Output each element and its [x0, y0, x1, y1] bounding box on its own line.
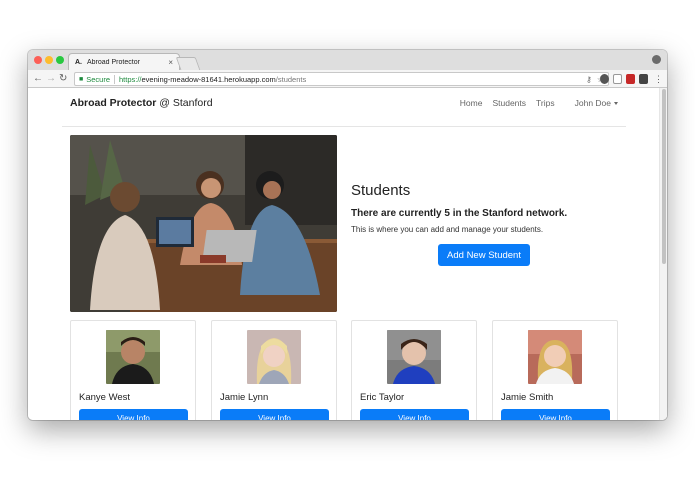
view-info-button[interactable]: View Info [360, 409, 469, 420]
student-card: Eric Taylor View Info [351, 320, 477, 420]
student-photo [387, 330, 441, 384]
nav-link-trips[interactable]: Trips [536, 98, 555, 108]
page-heading: Students [351, 182, 411, 199]
view-info-button[interactable]: View Info [220, 409, 329, 420]
student-card: Jamie Smith View Info [492, 320, 618, 420]
student-card: Kanye West View Info [70, 320, 196, 420]
student-photo [247, 330, 301, 384]
brand-name: Abroad Protector [70, 97, 157, 109]
user-menu[interactable]: John Doe [565, 98, 618, 108]
view-info-button[interactable]: View Info [501, 409, 610, 420]
nav-link-home[interactable]: Home [460, 98, 483, 108]
zoom-window-button[interactable] [56, 56, 64, 64]
extension-icon-2[interactable] [613, 74, 622, 84]
tab-title: Abroad Protector [87, 58, 140, 66]
extension-icon-1[interactable] [600, 74, 609, 84]
minimize-window-button[interactable] [45, 56, 53, 64]
tab-favicon: A. [75, 58, 82, 66]
secure-label: Secure [86, 74, 110, 84]
student-count-text: There are currently 5 in the Stanford ne… [351, 208, 568, 219]
browser-toolbar: ← → ↻ ■ Secure https:// evening-meadow-8… [28, 70, 667, 88]
student-photo [528, 330, 582, 384]
more-menu-icon[interactable]: ⋮ [654, 72, 663, 86]
page-scrollbar[interactable] [659, 88, 667, 420]
student-name: Eric Taylor [360, 392, 405, 403]
profile-icon[interactable] [652, 55, 661, 64]
extension-icon-4[interactable] [639, 74, 648, 84]
key-icon[interactable]: ⚷ [586, 75, 592, 84]
address-bar[interactable]: ■ Secure https:// evening-meadow-81641.h… [74, 72, 609, 86]
address-separator [114, 74, 115, 84]
nav-links: Home Students Trips John Doe [450, 98, 618, 108]
brand[interactable]: Abroad Protector @ Stanford [70, 97, 213, 109]
tab-bar: A. Abroad Protector × [28, 50, 667, 70]
reload-icon[interactable]: ↻ [59, 72, 67, 86]
hero-description: This is where you can add and manage you… [351, 225, 544, 234]
forward-icon[interactable]: → [46, 72, 56, 86]
nav-link-students[interactable]: Students [492, 98, 526, 108]
hero-photo-illustration [70, 135, 337, 312]
back-icon[interactable]: ← [33, 72, 43, 86]
student-name: Jamie Lynn [220, 392, 269, 403]
student-photo [106, 330, 160, 384]
view-info-button[interactable]: View Info [79, 409, 188, 420]
user-menu-label: John Doe [574, 98, 611, 108]
new-tab-button[interactable] [175, 57, 201, 70]
caret-down-icon [614, 102, 618, 106]
shield-icon[interactable] [626, 74, 635, 84]
add-new-student-button[interactable]: Add New Student [438, 244, 530, 266]
student-card: Jamie Lynn View Info [211, 320, 337, 420]
site-navbar: Abroad Protector @ Stanford Home Student… [70, 94, 618, 112]
lock-icon: ■ [79, 75, 84, 83]
tab-close-icon[interactable]: × [168, 58, 173, 67]
browser-tab[interactable]: A. Abroad Protector × [68, 53, 180, 70]
url-scheme: https:// [119, 74, 142, 84]
scrollbar-thumb[interactable] [662, 89, 666, 264]
nav-divider [62, 126, 626, 127]
brand-suffix: @ Stanford [159, 97, 213, 109]
browser-window: A. Abroad Protector × ← → ↻ ■ Secure htt… [28, 50, 667, 420]
url-path: /students [275, 74, 307, 84]
hero-image [70, 135, 337, 312]
student-name: Jamie Smith [501, 392, 554, 403]
close-window-button[interactable] [34, 56, 42, 64]
url-host: evening-meadow-81641.herokuapp.com [141, 74, 276, 84]
page-viewport: Abroad Protector @ Stanford Home Student… [28, 88, 667, 420]
student-name: Kanye West [79, 392, 131, 403]
